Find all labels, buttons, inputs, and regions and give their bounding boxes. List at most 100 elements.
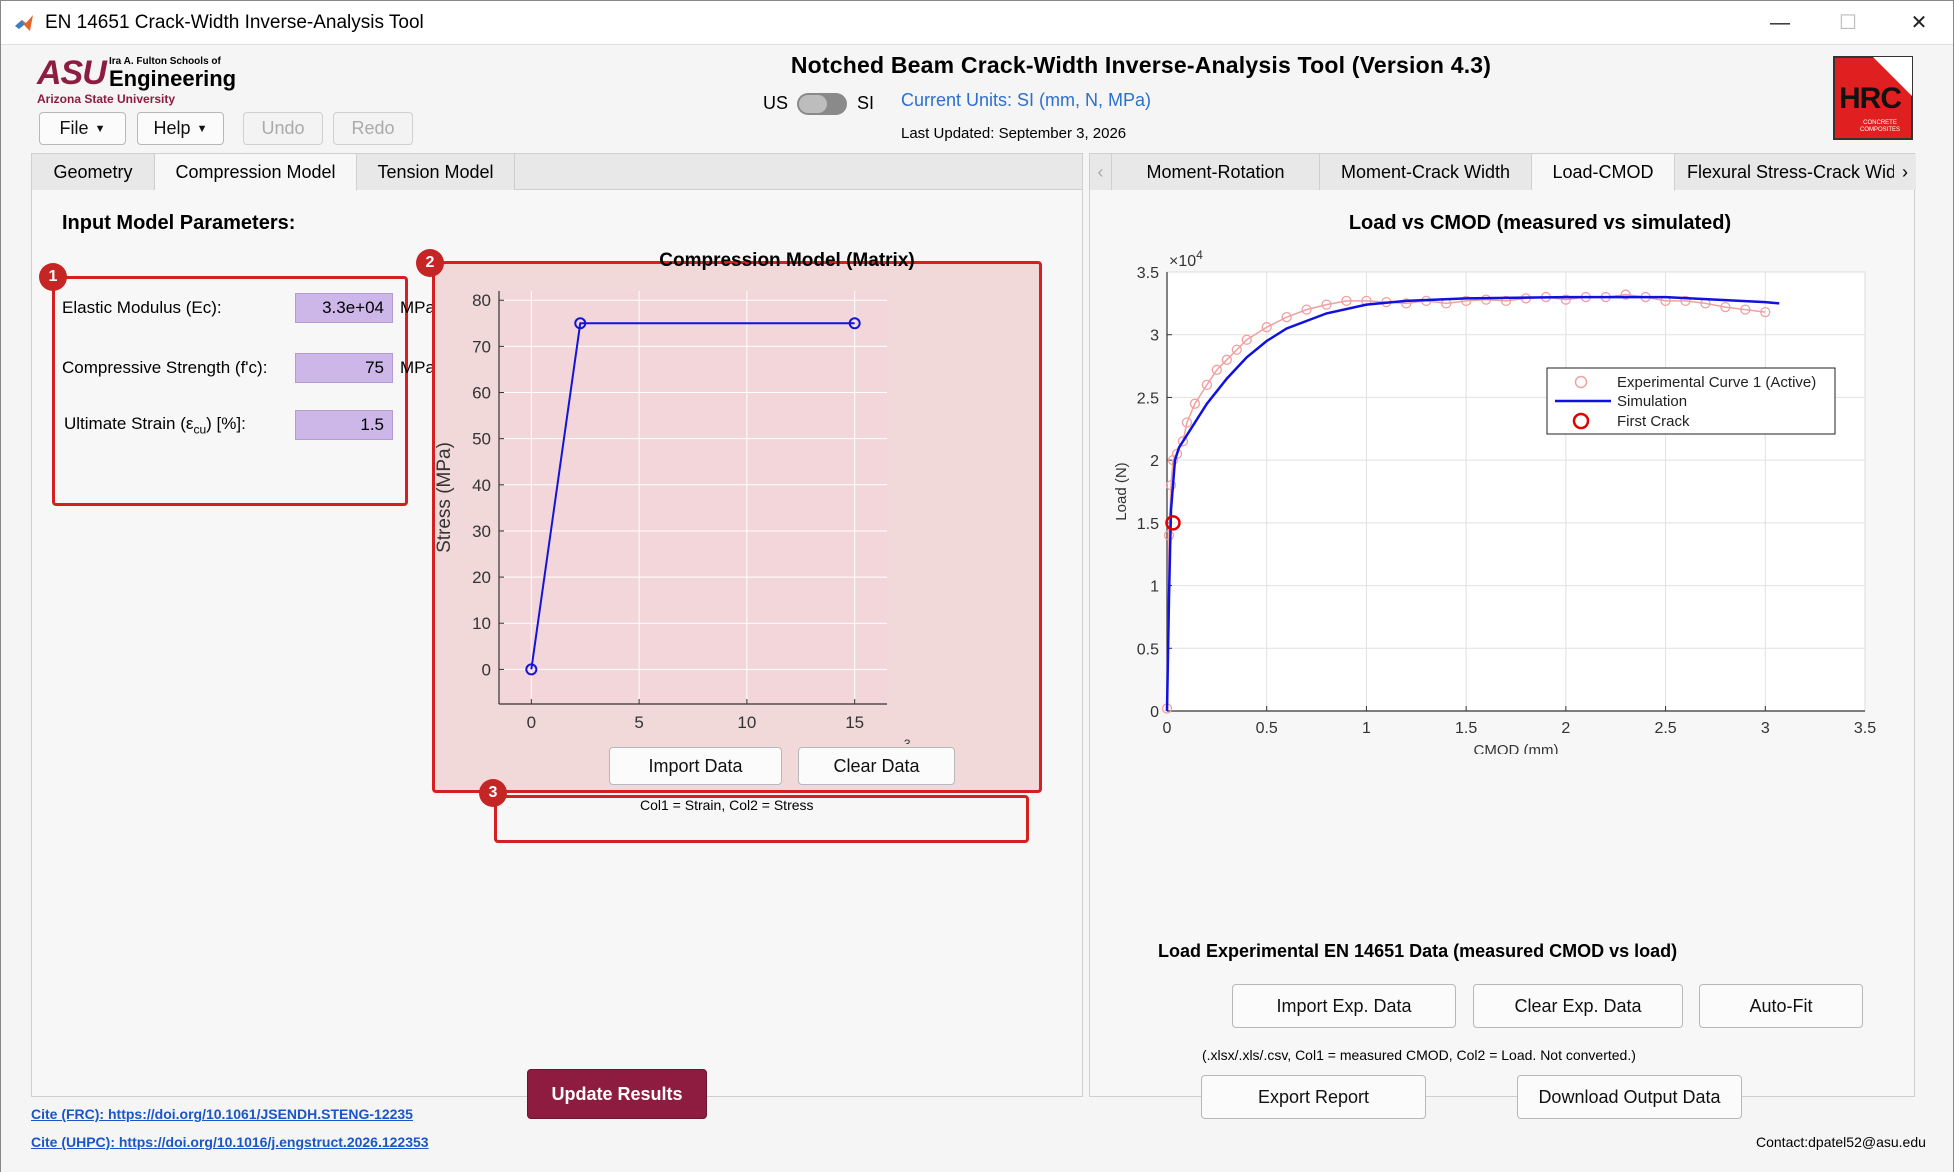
cite-frc-link[interactable]: Cite (FRC): https://doi.org/10.1061/JSEN… [31,1106,413,1122]
clear-exp-data-button[interactable]: Clear Exp. Data [1473,984,1683,1028]
asu-logo-university: Arizona State University [37,92,176,106]
format-note: (.xlsx/.xls/.csv, Col1 = measured CMOD, … [1202,1047,1636,1063]
file-menu-button[interactable]: File ▼ [39,112,126,145]
compression-chart: 0 5 10 15 0 10 20 30 40 50 60 70 80 Strain Stress (MPa… [434,291,911,744]
matlab-icon [15,15,33,31]
y-exponent-label: ×104 [1169,248,1203,270]
plot-area [499,291,887,704]
redo-button[interactable]: Redo [333,112,413,145]
elastic-modulus-unit: MPa [400,298,435,317]
file-menu-label: File [59,118,89,138]
y-axis-label: Stress (MPa) [434,442,455,553]
annotation-number-1: 1 [39,263,67,291]
x-tick-label: 1.5 [1455,720,1477,737]
x-tick-label: 0 [1163,720,1172,737]
clear-data-button[interactable]: Clear Data [798,747,955,785]
hrc-logo: HRC CONCRETE COMPOSITES [1833,56,1913,140]
title-bar: EN 14651 Crack-Width Inverse-Analysis To… [1,1,1953,45]
ultimate-strain-label-tail: ) [%]: [206,414,246,433]
asu-logo: ASU Ira A. Fulton Schools of Engineering… [37,52,257,106]
annotation-number-3: 3 [479,779,507,807]
compressive-strength-input[interactable]: 75 [295,353,393,383]
undo-button[interactable]: Undo [243,112,323,145]
legend-experimental-label: Experimental Curve 1 (Active) [1617,374,1816,391]
auto-fit-button[interactable]: Auto-Fit [1699,984,1863,1028]
compressive-strength-unit: MPa [400,358,435,377]
chevron-down-icon: ▼ [196,122,208,135]
y-tick-label: 0 [1150,704,1159,721]
x-tick-label: 2.5 [1654,720,1676,737]
tab-geometry[interactable]: Geometry [32,154,155,190]
help-menu-button[interactable]: Help ▼ [137,112,224,145]
toggle-knob [799,95,827,113]
update-results-button[interactable]: Update Results [527,1069,707,1119]
ultimate-strain-input[interactable]: 1.5 [295,410,393,440]
tab-flexural-stress-crack-width[interactable]: Flexural Stress-Crack Width [1675,154,1895,190]
tab-moment-rotation[interactable]: Moment-Rotation [1112,154,1320,190]
x-tick-label: 3 [1761,720,1770,737]
y-tick-label: 10 [472,614,491,633]
x-axis-label: Strain [668,742,718,744]
last-updated-label: Last Updated: September 3, 2026 [901,125,1127,142]
load-cmod-chart-title: Load vs CMOD (measured vs simulated) [1348,212,1732,234]
close-button[interactable]: ✕ [1894,7,1944,39]
download-output-button[interactable]: Download Output Data [1517,1075,1742,1119]
tab-scroll-right-icon[interactable]: › [1894,154,1916,190]
y-tick-label: 3 [1150,328,1159,345]
app-title: Notched Beam Crack-Width Inverse-Analysi… [790,52,1492,78]
x-tick-label: 3.5 [1854,720,1876,737]
y-tick-label: 1 [1150,579,1159,596]
annotation-number-2: 2 [416,249,444,277]
x-tick-label: 2 [1561,720,1570,737]
chevron-down-icon: ▼ [94,122,106,135]
x-exponent-label: ×10-3 [871,737,911,744]
minimize-button[interactable]: — [1755,7,1805,39]
y-tick-label: 0 [482,660,491,679]
y-tick-label: 1.5 [1137,516,1159,533]
ultimate-strain-label-sub: cu [193,422,207,437]
import-exp-data-button[interactable]: Import Exp. Data [1232,984,1456,1028]
right-panel: ‹ Moment-Rotation Moment-Crack Width Loa… [1089,153,1916,1097]
column-note: Col1 = Strain, Col2 = Stress [640,797,814,813]
x-tick-label: 0.5 [1256,720,1278,737]
help-menu-label: Help [153,118,191,138]
tab-scroll-left-icon[interactable]: ‹ [1090,154,1112,190]
current-units-label: Current Units: SI (mm, N, MPa) [901,90,1152,110]
tab-load-cmod[interactable]: Load-CMOD [1532,154,1675,191]
unit-toggle-si-label: SI [857,93,875,113]
legend-simulation-label: Simulation [1617,393,1687,410]
ultimate-strain-label-text: Ultimate Strain (ε [64,414,194,433]
y-tick-label: 30 [472,522,491,541]
load-cmod-chart: 0 0.5 1 1.5 2 2.5 3 3.5 0 0.5 1 1.5 2 2.5 3 3.5 CMOD (mm… [1113,248,1876,754]
app-content: ASU Ira A. Fulton Schools of Engineering… [1,46,1953,1172]
window-title: EN 14651 Crack-Width Inverse-Analysis To… [45,12,424,33]
cite-uhpc-link[interactable]: Cite (UHPC): https://doi.org/10.1016/j.e… [31,1134,429,1150]
left-panel: Geometry Compression Model Tension Model… [31,153,1083,1097]
left-tabbar: Geometry Compression Model Tension Model [32,154,1082,191]
app-window: EN 14651 Crack-Width Inverse-Analysis To… [0,0,1954,1172]
elastic-modulus-input[interactable]: 3.3e+04 [295,293,393,323]
y-tick-label: 0.5 [1137,641,1159,658]
tab-moment-crack-width[interactable]: Moment-Crack Width [1320,154,1532,190]
tab-tension-model[interactable]: Tension Model [357,154,515,190]
hrc-logo-mark: HRC [1839,82,1902,115]
import-data-button[interactable]: Import Data [609,747,782,785]
asu-logo-name: Engineering [109,66,237,91]
maximize-button[interactable]: ☐ [1823,7,1873,39]
contact-label: Contact:dpatel52@asu.edu [1756,1134,1926,1150]
asu-logo-mark: ASU [37,54,107,92]
y-tick-label: 2 [1150,453,1159,470]
export-report-button[interactable]: Export Report [1201,1075,1426,1119]
x-tick-label: 5 [634,713,643,732]
right-tabbar: ‹ Moment-Rotation Moment-Crack Width Loa… [1090,154,1916,191]
y-exponent-power: 4 [1196,248,1203,262]
elastic-modulus-label: Elastic Modulus (Ec): [62,298,222,317]
unit-toggle-switch[interactable] [797,93,847,115]
load-exp-title: Load Experimental EN 14651 Data (measure… [1158,941,1678,961]
x-tick-label: 0 [527,713,536,732]
x-exponent-power: -3 [900,737,911,744]
x-tick-label: 15 [845,713,864,732]
section-title: Input Model Parameters: [62,212,296,234]
ultimate-strain-label: Ultimate Strain (εcu) [%]: [64,414,246,436]
tab-compression-model[interactable]: Compression Model [155,154,357,191]
